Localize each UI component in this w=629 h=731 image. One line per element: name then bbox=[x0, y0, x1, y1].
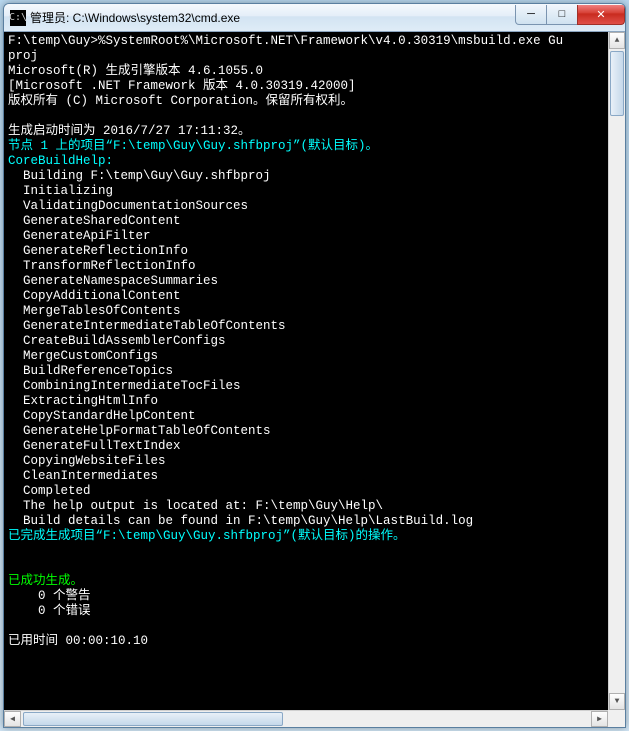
console-line: 0 个错误 bbox=[8, 604, 607, 619]
console-line: 已用时间 00:00:10.10 bbox=[8, 634, 607, 649]
scroll-right-button[interactable]: ▶ bbox=[591, 711, 608, 727]
console-line: Building F:\temp\Guy\Guy.shfbproj bbox=[8, 169, 607, 184]
minimize-icon: ─ bbox=[527, 8, 535, 20]
console-line: GenerateApiFilter bbox=[8, 229, 607, 244]
horizontal-scroll-track[interactable] bbox=[21, 711, 591, 727]
maximize-button[interactable]: □ bbox=[546, 5, 578, 25]
console-line: 已成功生成。 bbox=[8, 574, 607, 589]
console-line: GenerateNamespaceSummaries bbox=[8, 274, 607, 289]
console-line: 生成启动时间为 2016/7/27 17:11:32。 bbox=[8, 124, 607, 139]
window-title: 管理员: C:\Windows\system32\cmd.exe bbox=[30, 9, 516, 26]
console-line: CombiningIntermediateTocFiles bbox=[8, 379, 607, 394]
console-line: CreateBuildAssemblerConfigs bbox=[8, 334, 607, 349]
cmd-icon: C:\ bbox=[10, 10, 26, 26]
console-line: 节点 1 上的项目“F:\temp\Guy\Guy.shfbproj”(默认目标… bbox=[8, 139, 607, 154]
console-line: GenerateHelpFormatTableOfContents bbox=[8, 424, 607, 439]
console-line: ValidatingDocumentationSources bbox=[8, 199, 607, 214]
console-line: GenerateSharedContent bbox=[8, 214, 607, 229]
cmd-window: C:\ 管理员: C:\Windows\system32\cmd.exe ─ □… bbox=[3, 3, 626, 728]
console-line: CopyAdditionalContent bbox=[8, 289, 607, 304]
scroll-up-button[interactable]: ▲ bbox=[609, 32, 625, 49]
chevron-right-icon: ▶ bbox=[597, 712, 602, 727]
scroll-left-button[interactable]: ◀ bbox=[4, 711, 21, 727]
scroll-corner bbox=[608, 710, 625, 727]
console-line bbox=[8, 109, 607, 124]
console-line: ExtractingHtmlInfo bbox=[8, 394, 607, 409]
window-controls: ─ □ ✕ bbox=[516, 5, 625, 25]
console-line: 已完成生成项目“F:\temp\Guy\Guy.shfbproj”(默认目标)的… bbox=[8, 529, 607, 544]
console-line: Microsoft(R) 生成引擎版本 4.6.1055.0 bbox=[8, 64, 607, 79]
chevron-left-icon: ◀ bbox=[10, 712, 15, 727]
console-line: BuildReferenceTopics bbox=[8, 364, 607, 379]
scroll-down-button[interactable]: ▼ bbox=[609, 693, 625, 710]
console-line: F:\temp\Guy>%SystemRoot%\Microsoft.NET\F… bbox=[8, 34, 607, 49]
console-line: The help output is located at: F:\temp\G… bbox=[8, 499, 607, 514]
console-line: CopyingWebsiteFiles bbox=[8, 454, 607, 469]
vertical-scroll-track[interactable] bbox=[609, 49, 625, 693]
console-line: GenerateFullTextIndex bbox=[8, 439, 607, 454]
console-line: CoreBuildHelp: bbox=[8, 154, 607, 169]
console-line bbox=[8, 559, 607, 574]
console-area[interactable]: F:\temp\Guy>%SystemRoot%\Microsoft.NET\F… bbox=[4, 32, 625, 727]
console-line: GenerateIntermediateTableOfContents bbox=[8, 319, 607, 334]
console-line: Initializing bbox=[8, 184, 607, 199]
console-line bbox=[8, 619, 607, 634]
console-line: 0 个警告 bbox=[8, 589, 607, 604]
console-line: proj bbox=[8, 49, 607, 64]
chevron-up-icon: ▲ bbox=[615, 33, 620, 48]
vertical-scrollbar[interactable]: ▲ ▼ bbox=[608, 32, 625, 710]
console-line: GenerateReflectionInfo bbox=[8, 244, 607, 259]
console-line: TransformReflectionInfo bbox=[8, 259, 607, 274]
titlebar[interactable]: C:\ 管理员: C:\Windows\system32\cmd.exe ─ □… bbox=[4, 4, 625, 32]
horizontal-scroll-thumb[interactable] bbox=[23, 712, 283, 726]
close-button[interactable]: ✕ bbox=[577, 5, 625, 25]
vertical-scroll-thumb[interactable] bbox=[610, 51, 624, 116]
chevron-down-icon: ▼ bbox=[615, 694, 620, 709]
maximize-icon: □ bbox=[559, 8, 566, 20]
console-line: Build details can be found in F:\temp\Gu… bbox=[8, 514, 607, 529]
console-line: Completed bbox=[8, 484, 607, 499]
console-line: MergeCustomConfigs bbox=[8, 349, 607, 364]
console-line: CleanIntermediates bbox=[8, 469, 607, 484]
console-output: F:\temp\Guy>%SystemRoot%\Microsoft.NET\F… bbox=[8, 34, 607, 709]
console-line bbox=[8, 544, 607, 559]
console-line: CopyStandardHelpContent bbox=[8, 409, 607, 424]
console-line: [Microsoft .NET Framework 版本 4.0.30319.4… bbox=[8, 79, 607, 94]
close-icon: ✕ bbox=[596, 8, 605, 21]
horizontal-scrollbar[interactable]: ◀ ▶ bbox=[4, 710, 608, 727]
console-line: 版权所有 (C) Microsoft Corporation。保留所有权利。 bbox=[8, 94, 607, 109]
console-line: MergeTablesOfContents bbox=[8, 304, 607, 319]
minimize-button[interactable]: ─ bbox=[515, 5, 547, 25]
